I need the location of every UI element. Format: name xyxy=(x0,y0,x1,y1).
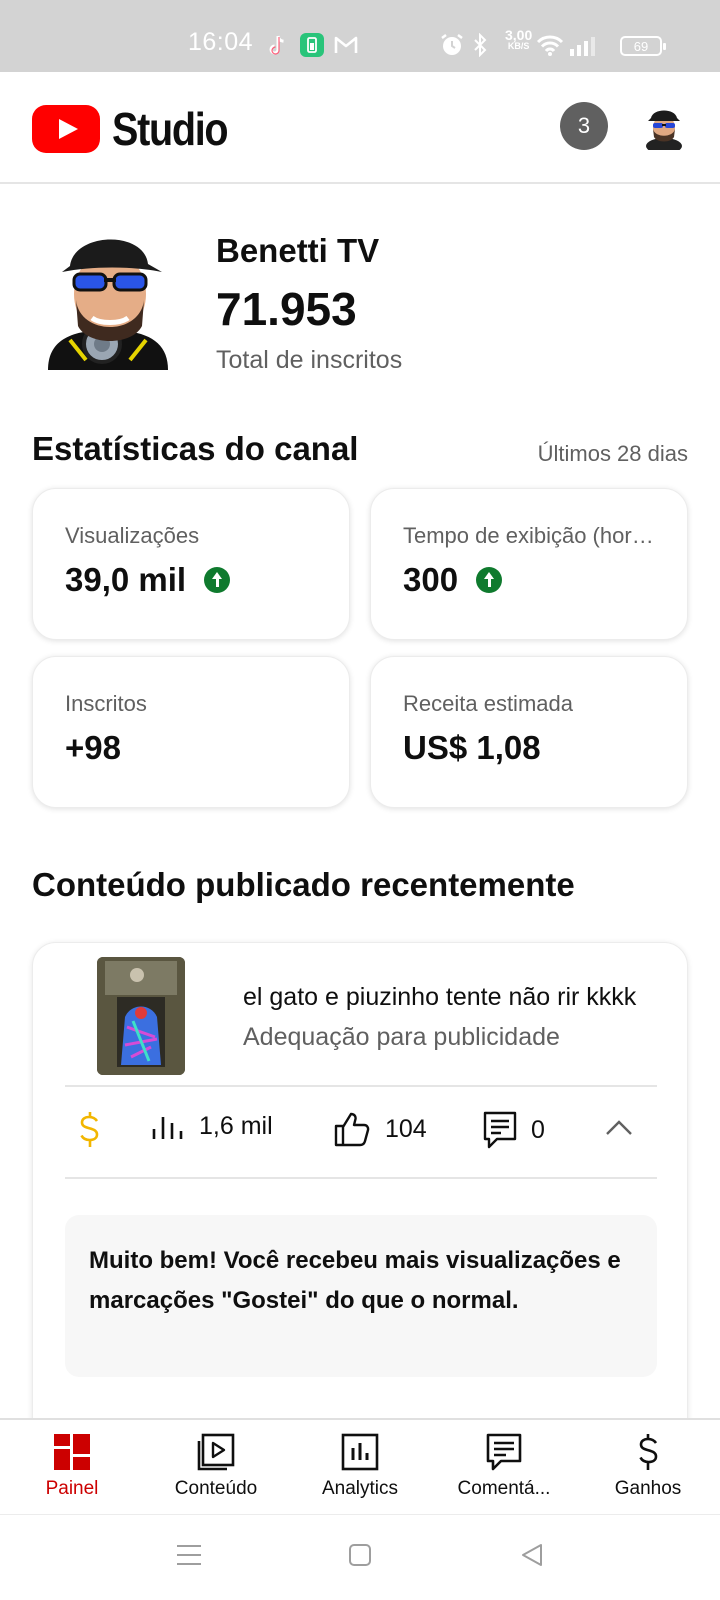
content-icon xyxy=(197,1433,235,1471)
stats-date-range[interactable]: Últimos 28 dias xyxy=(538,441,688,467)
stat-card-subscribers[interactable]: Inscritos +98 xyxy=(32,656,350,808)
video-title[interactable]: el gato e piuzinho tente não rir kkkk xyxy=(243,983,653,1012)
nav-label: Conteúdo xyxy=(174,1478,258,1499)
likes-metric[interactable]: 104 xyxy=(333,1111,427,1147)
nav-analytics[interactable]: Analytics xyxy=(288,1420,432,1514)
stat-label: Receita estimada xyxy=(403,691,573,716)
trend-up-icon xyxy=(204,567,231,593)
nav-earnings[interactable]: Ganhos xyxy=(576,1420,720,1514)
stat-label: Tempo de exibição (horas) xyxy=(403,523,655,548)
battery-saver-icon xyxy=(300,33,324,57)
comments-metric[interactable]: 0 xyxy=(483,1111,545,1149)
notifications-button[interactable]: 3 xyxy=(560,102,608,150)
nav-comments[interactable]: Comentá... xyxy=(432,1420,576,1514)
youtube-play-icon xyxy=(32,105,100,153)
video-thumbnail[interactable] xyxy=(97,957,185,1075)
subscriber-count: 71.953 xyxy=(216,283,357,335)
nav-label: Ganhos xyxy=(614,1478,682,1499)
youtube-studio-logo[interactable]: Studio xyxy=(32,102,246,156)
stat-value: +98 xyxy=(65,729,121,766)
stat-card-views[interactable]: Visualizações 39,0 mil xyxy=(32,488,350,640)
status-bar: 16:04 3,00 KB/S 69 xyxy=(0,0,720,72)
performance-message: Muito bem! Você recebeu mais visualizaçõ… xyxy=(65,1215,657,1377)
back-icon[interactable] xyxy=(520,1543,544,1567)
channel-stats-title: Estatísticas do canal xyxy=(32,430,359,467)
stat-value: 39,0 mil xyxy=(65,561,187,598)
bottom-navigation: Painel Conteúdo Analytics Comentá... Gan… xyxy=(0,1418,720,1514)
ad-suitability-label: Adequação para publicidade xyxy=(243,1023,560,1051)
nav-content[interactable]: Conteúdo xyxy=(144,1420,288,1514)
thumbs-up-icon xyxy=(334,1112,370,1147)
stat-card-revenue[interactable]: Receita estimada US$ 1,08 xyxy=(370,656,688,808)
account-avatar[interactable] xyxy=(640,102,688,150)
recent-content-title: Conteúdo publicado recentemente xyxy=(32,866,575,903)
divider xyxy=(65,1177,657,1179)
comments-icon xyxy=(486,1433,522,1471)
system-navigation-bar xyxy=(0,1514,720,1600)
signal-icon xyxy=(570,37,595,56)
comment-icon xyxy=(483,1111,517,1149)
earnings-icon xyxy=(639,1434,658,1470)
logo-text: Studio xyxy=(112,103,229,155)
stat-label: Visualizações xyxy=(65,523,200,548)
alarm-icon xyxy=(441,34,463,55)
subscriber-count-label: Total de inscritos xyxy=(216,346,403,374)
chevron-up-icon[interactable] xyxy=(605,1119,633,1137)
battery-indicator: 69 xyxy=(620,36,666,56)
nav-dashboard[interactable]: Painel xyxy=(0,1420,144,1514)
likes-count: 104 xyxy=(385,1114,427,1143)
gmail-icon xyxy=(334,36,358,53)
nav-label: Painel xyxy=(45,1478,99,1499)
wifi-icon xyxy=(536,35,564,56)
trend-up-icon xyxy=(476,567,503,593)
app-header: Studio 3 xyxy=(0,72,720,184)
recent-video-card: el gato e piuzinho tente não rir kkkk Ad… xyxy=(32,942,688,1462)
home-icon[interactable] xyxy=(348,1543,372,1567)
stat-value: US$ 1,08 xyxy=(403,729,541,766)
channel-avatar[interactable] xyxy=(40,222,176,372)
nav-label: Analytics xyxy=(321,1478,399,1499)
status-time: 16:04 xyxy=(188,28,254,56)
divider xyxy=(65,1085,657,1087)
channel-name: Benetti TV xyxy=(216,232,380,269)
analytics-icon xyxy=(341,1433,379,1471)
dashboard-icon xyxy=(54,1434,90,1470)
stat-label: Inscritos xyxy=(65,691,147,716)
views-icon xyxy=(152,1117,183,1139)
tiktok-icon xyxy=(269,35,284,55)
stat-card-watch-time[interactable]: Tempo de exibição (horas) 300 xyxy=(370,488,688,640)
stat-value: 300 xyxy=(403,561,459,598)
monetization-status[interactable] xyxy=(77,1111,117,1149)
views-count: 1,6 mil xyxy=(199,1111,273,1140)
menu-icon[interactable] xyxy=(176,1543,202,1567)
bluetooth-icon xyxy=(474,33,487,57)
comments-count: 0 xyxy=(531,1115,545,1144)
dollar-icon xyxy=(80,1112,99,1147)
nav-label: Comentá... xyxy=(457,1478,551,1499)
network-speed: 3,00 KB/S xyxy=(505,27,533,51)
views-metric[interactable]: 1,6 mil xyxy=(151,1111,273,1141)
